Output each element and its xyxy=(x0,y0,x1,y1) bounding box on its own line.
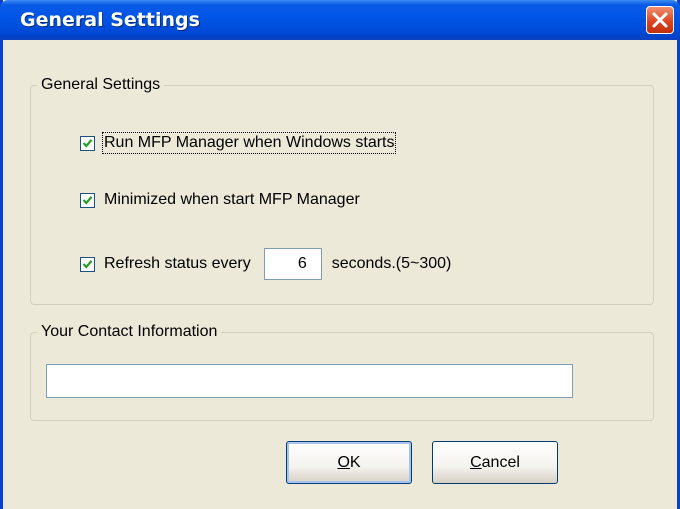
ok-button-accel: O xyxy=(337,453,350,471)
dialog-window: General Settings General Settings Run MF… xyxy=(0,0,680,509)
contact-info-legend: Your Contact Information xyxy=(41,323,218,340)
close-icon xyxy=(652,12,668,28)
run-on-startup-label: Run MFP Manager when Windows starts xyxy=(101,132,397,154)
title-bar[interactable]: General Settings xyxy=(0,0,680,40)
run-on-startup-checkbox[interactable] xyxy=(80,135,95,151)
contact-info-input[interactable] xyxy=(46,364,573,398)
refresh-status-label: Refresh status every xyxy=(104,255,251,272)
minimized-checkbox[interactable] xyxy=(80,192,95,208)
checkmark-icon xyxy=(82,259,93,269)
window-title: General Settings xyxy=(20,9,200,31)
cancel-button[interactable]: Cancel xyxy=(432,441,558,484)
cancel-button-label: ancel xyxy=(481,453,520,471)
refresh-status-option[interactable]: Refresh status every 6 seconds.(5~300) xyxy=(80,248,451,280)
general-settings-legend: General Settings xyxy=(41,76,161,93)
close-button[interactable] xyxy=(646,6,674,34)
refresh-interval-suffix: seconds.(5~300) xyxy=(331,255,452,272)
minimized-option[interactable]: Minimized when start MFP Manager xyxy=(80,191,360,209)
checkmark-icon xyxy=(82,195,93,205)
refresh-interval-input[interactable]: 6 xyxy=(263,248,322,280)
ok-button-label: K xyxy=(349,453,361,471)
ok-button[interactable]: OK xyxy=(286,441,412,484)
checkmark-icon xyxy=(82,138,93,148)
refresh-status-checkbox[interactable] xyxy=(80,256,95,272)
cancel-button-accel: C xyxy=(470,453,482,471)
minimized-label: Minimized when start MFP Manager xyxy=(104,191,360,208)
run-on-startup-option[interactable]: Run MFP Manager when Windows starts xyxy=(80,132,397,154)
